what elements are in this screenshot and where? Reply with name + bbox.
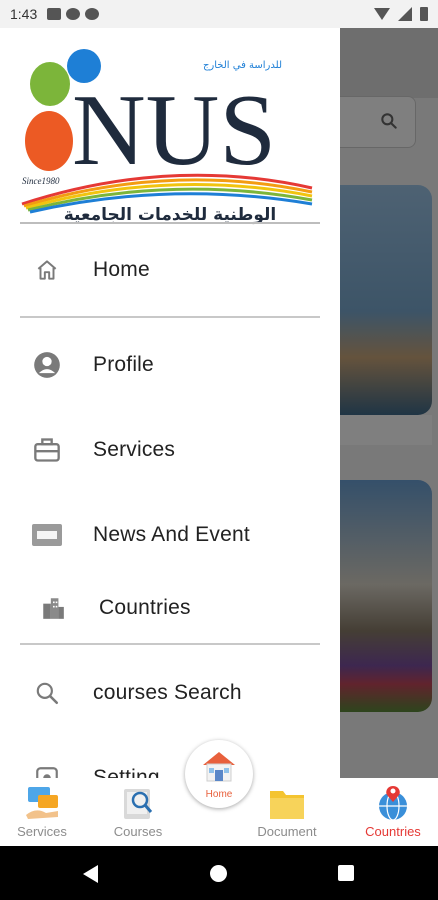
- drawer-item-countries[interactable]: Countries: [0, 580, 340, 636]
- recents-icon[interactable]: [338, 865, 354, 881]
- wifi-icon: [374, 8, 390, 20]
- courses-icon: [118, 784, 158, 822]
- system-home-icon[interactable]: [210, 865, 227, 882]
- logo-arabic-tagline: للدراسة في الخارج: [203, 60, 282, 71]
- home-house-icon: [199, 749, 239, 788]
- bottom-nav-label: Document: [257, 824, 317, 839]
- drawer-item-label: Home: [93, 258, 150, 281]
- system-navigation-bar: [0, 846, 438, 900]
- search-icon: [32, 678, 62, 708]
- profile-icon: [32, 350, 62, 380]
- drawer-item-label: Profile: [93, 353, 154, 376]
- menu-divider: [20, 643, 320, 645]
- bottom-nav-label: Courses: [113, 824, 163, 839]
- drawer-item-profile[interactable]: Profile: [0, 337, 340, 393]
- services-icon: [22, 784, 62, 822]
- drawer-item-news-and-event[interactable]: News And Event: [0, 507, 340, 563]
- logo-green-dot: [30, 62, 70, 106]
- briefcase-icon: [32, 435, 62, 465]
- bottom-nav-label: Home: [205, 788, 233, 800]
- bottom-nav-document[interactable]: Document: [242, 784, 332, 842]
- drawer-item-setting[interactable]: Setting: [0, 750, 340, 778]
- bottom-nav-home[interactable]: Home: [185, 740, 253, 808]
- bottom-nav-label: Services: [17, 824, 67, 839]
- drawer-item-label: Services: [93, 438, 176, 461]
- gallery-notification-icon: [47, 8, 62, 20]
- home-icon: [32, 255, 62, 285]
- settings-icon: [32, 763, 62, 778]
- bottom-nav-label: Countries: [365, 824, 421, 839]
- menu-divider: [20, 316, 320, 318]
- back-icon[interactable]: [83, 865, 98, 883]
- status-time: 1:43: [10, 6, 38, 22]
- nus-logo: NUS للدراسة في الخارج Since1980 الوطنية …: [21, 49, 313, 225]
- globe-pin-icon: [373, 784, 413, 822]
- logo-orange-dot: [25, 111, 73, 171]
- bottom-nav-courses[interactable]: Courses: [93, 784, 183, 842]
- cloud-notification-icon: [85, 8, 100, 20]
- logo-since: Since1980: [22, 176, 60, 186]
- bottom-nav-countries[interactable]: Countries: [348, 784, 438, 842]
- bottom-nav-services[interactable]: Services: [0, 784, 87, 842]
- news-icon: [32, 520, 62, 550]
- battery-icon: [420, 7, 428, 21]
- drawer-item-label: Setting: [93, 766, 160, 778]
- drawer-item-label: News And Event: [93, 523, 250, 546]
- drawer-item-services[interactable]: Services: [0, 422, 340, 478]
- signal-icon: [398, 7, 412, 21]
- app-notification-icon: [66, 8, 81, 20]
- app-screen: 1:43 NUS للدراسة في الخارج Since1980 الو…: [0, 0, 438, 900]
- buildings-icon: [38, 593, 68, 623]
- navigation-drawer: NUS للدراسة في الخارج Since1980 الوطنية …: [0, 28, 340, 778]
- system-indicators: [374, 7, 428, 21]
- drawer-item-home[interactable]: Home: [0, 242, 340, 298]
- logo-divider: [20, 222, 320, 224]
- drawer-item-courses-search[interactable]: courses Search: [0, 665, 340, 721]
- logo-wordmark: NUS: [72, 74, 276, 187]
- drawer-item-label: Countries: [99, 596, 191, 619]
- document-folder-icon: [267, 784, 307, 822]
- status-bar: 1:43: [0, 0, 438, 28]
- drawer-item-label: courses Search: [93, 681, 242, 704]
